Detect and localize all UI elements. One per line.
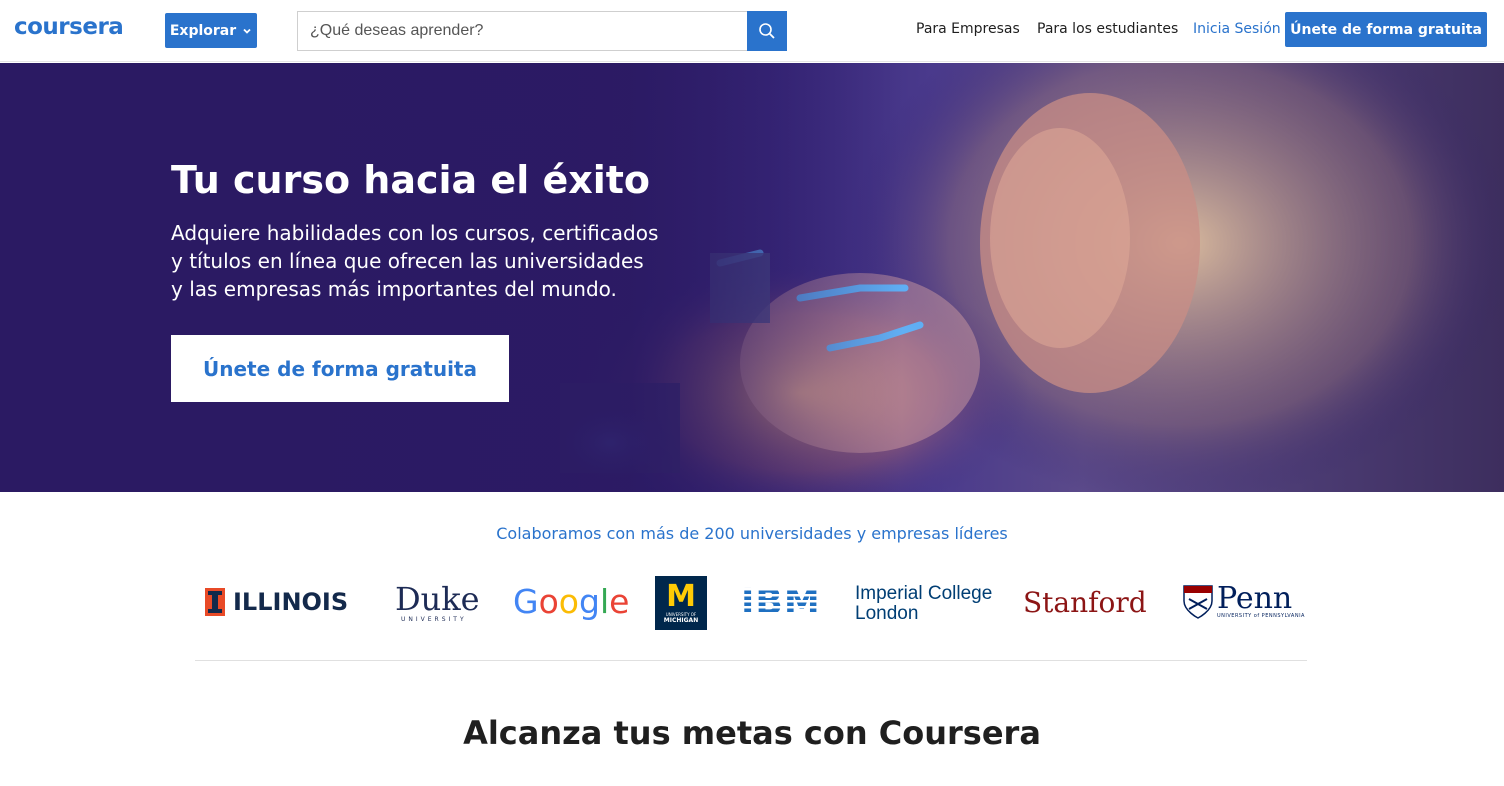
nav-link-business[interactable]: Para Empresas xyxy=(916,21,1020,37)
penn-logo[interactable]: Penn UNIVERSITY of PENNSYLVANIA xyxy=(1183,584,1305,619)
ibm-stripes xyxy=(741,588,823,621)
michigan-logo[interactable]: M UNIVERSITY OF MICHIGAN xyxy=(655,576,707,630)
penn-wordmark: Penn xyxy=(1217,581,1293,616)
hero-subtitle: Adquiere habilidades con los cursos, cer… xyxy=(171,221,659,301)
stanford-wordmark: Stanford xyxy=(1023,586,1147,619)
google-letter: g xyxy=(578,582,600,621)
michigan-block-m: M xyxy=(666,579,696,614)
ibm-logo[interactable]: IBM xyxy=(741,584,823,622)
penn-text: Penn UNIVERSITY of PENNSYLVANIA xyxy=(1217,584,1305,619)
imperial-logo[interactable]: Imperial College London xyxy=(855,584,992,624)
google-letter: G xyxy=(513,582,539,621)
stanford-logo[interactable]: Stanford xyxy=(1023,586,1147,619)
google-letter: l xyxy=(599,582,610,621)
michigan-subtitle-2: MICHIGAN xyxy=(663,617,699,624)
penn-subtitle: UNIVERSITY of PENNSYLVANIA xyxy=(1217,613,1305,619)
imperial-line-1: Imperial College xyxy=(855,583,993,604)
hero-title: Tu curso hacia el éxito xyxy=(171,158,651,202)
hero-banner: Tu curso hacia el éxito Adquiere habilid… xyxy=(0,63,1504,492)
imperial-line-2: London xyxy=(855,603,919,624)
google-letter: e xyxy=(609,582,630,621)
search-button[interactable] xyxy=(747,11,787,51)
top-navigation-bar: coursera Explorar Para Empresas Para los… xyxy=(0,0,1504,62)
google-letter: o xyxy=(538,582,559,621)
penn-shield-icon xyxy=(1183,584,1213,619)
partners-heading: Colaboramos con más de 200 universidades… xyxy=(496,524,1008,543)
explore-button[interactable]: Explorar xyxy=(165,13,257,48)
join-free-button[interactable]: Únete de forma gratuita xyxy=(1285,12,1487,47)
section-divider xyxy=(195,660,1307,661)
goals-section-title: Alcanza tus metas con Coursera xyxy=(463,714,1041,752)
duke-logo[interactable]: Duke UNIVERSITY xyxy=(395,582,480,623)
illinois-i-icon xyxy=(205,588,225,616)
hero-join-button[interactable]: Únete de forma gratuita xyxy=(171,335,509,402)
coursera-logo[interactable]: coursera xyxy=(14,14,124,40)
search-icon xyxy=(759,23,775,39)
explore-label: Explorar xyxy=(169,22,237,39)
illinois-logo[interactable]: ILLINOIS xyxy=(205,588,348,616)
google-logo[interactable]: Google xyxy=(513,582,629,622)
login-link[interactable]: Inicia Sesión xyxy=(1193,21,1281,37)
duke-subtitle: UNIVERSITY xyxy=(401,616,467,623)
google-letter: o xyxy=(558,582,579,621)
duke-wordmark: Duke xyxy=(395,580,480,618)
search-bar xyxy=(297,11,787,51)
illinois-wordmark: ILLINOIS xyxy=(233,588,349,616)
chevron-down-icon xyxy=(243,28,251,34)
search-input[interactable] xyxy=(297,11,747,51)
partner-logos: ILLINOIS Duke UNIVERSITY Google M UNIVER… xyxy=(195,572,1307,634)
nav-link-students[interactable]: Para los estudiantes xyxy=(1037,21,1178,37)
